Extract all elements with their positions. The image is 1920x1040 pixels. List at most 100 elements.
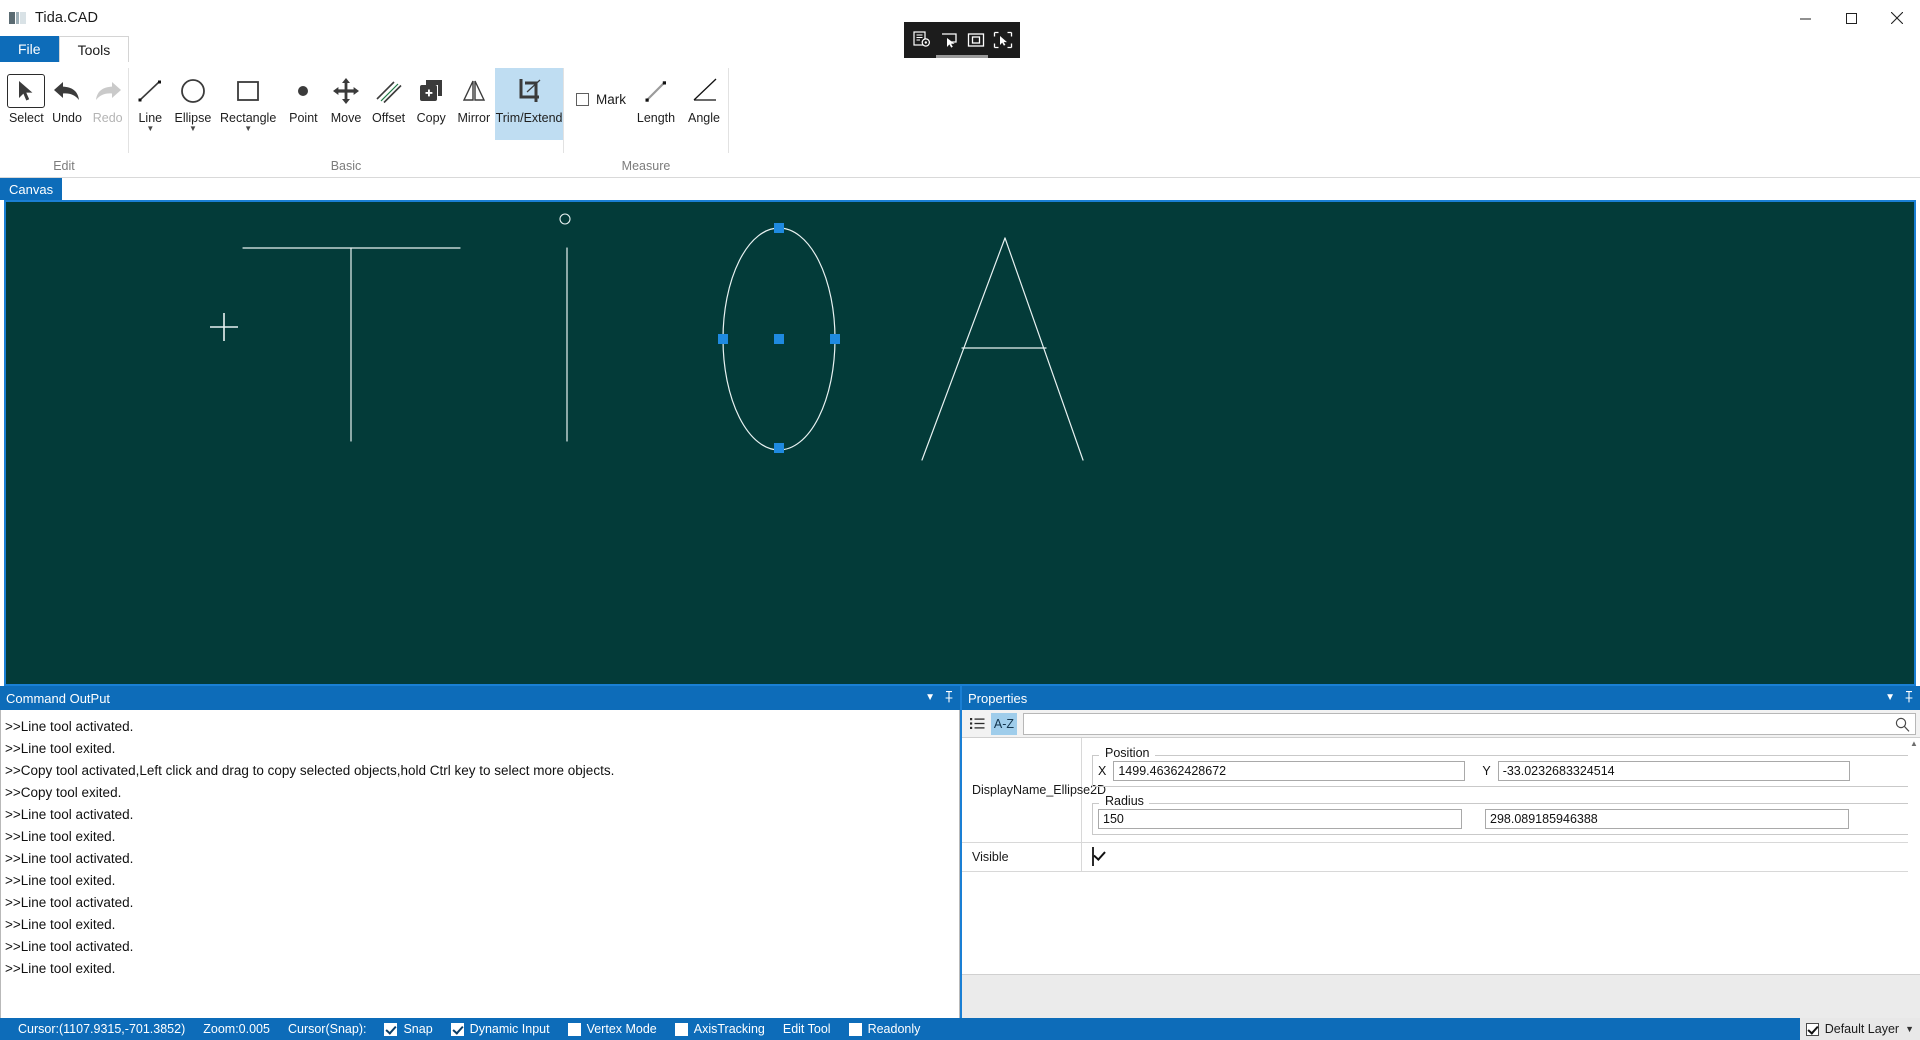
chevron-down-icon[interactable]: ▼ (189, 125, 197, 133)
point-icon (288, 74, 318, 108)
command-output-line: >>Line tool activated. (5, 895, 134, 910)
letter-A-left-stroke[interactable] (921, 237, 1006, 461)
checkbox-icon[interactable] (450, 1022, 464, 1036)
chevron-down-icon[interactable]: ▼ (146, 125, 154, 133)
chevron-down-icon[interactable]: ▼ (244, 125, 252, 133)
chevron-down-icon[interactable]: ▼ (1905, 1024, 1914, 1034)
sort-alphabetical-button[interactable]: A-Z (991, 712, 1017, 735)
radius-x-input[interactable] (1098, 809, 1462, 829)
sort-alphabetical-label: A-Z (993, 716, 1015, 731)
selection-handle[interactable] (718, 334, 728, 344)
minimize-icon[interactable] (1782, 0, 1828, 36)
pin-icon[interactable] (944, 690, 954, 706)
tab-file[interactable]: File (0, 36, 59, 62)
search-input[interactable] (1024, 713, 1915, 734)
rectangle-button[interactable]: Rectangle ▼ (214, 68, 282, 140)
copy-button-label: Copy (416, 111, 446, 125)
copy-button[interactable]: Copy (410, 68, 453, 140)
visible-checkbox[interactable] (1092, 847, 1094, 866)
checkbox-icon[interactable] (576, 93, 589, 106)
mirror-button[interactable]: Mirror (453, 68, 496, 140)
drawing-canvas[interactable] (4, 200, 1916, 686)
properties-toolbar: A-Z (962, 710, 1920, 738)
checkbox-icon[interactable] (674, 1022, 688, 1036)
trim-extend-button[interactable]: Trim/Extend (495, 68, 563, 140)
chevron-up-icon[interactable]: ▲ (1908, 738, 1920, 750)
layer-selector[interactable]: Default Layer ▼ (1799, 1018, 1920, 1040)
command-output-line: >>Line tool exited. (5, 917, 116, 932)
offset-button[interactable]: Offset (367, 68, 410, 140)
selection-handle[interactable] (774, 334, 784, 344)
properties-search-field[interactable] (1023, 712, 1916, 737)
undo-button[interactable]: Undo (47, 68, 88, 140)
capture-fullscreen-icon[interactable] (965, 29, 987, 51)
status-edit-tool[interactable]: Edit Tool (783, 1022, 831, 1036)
position-group: Position X Y (1092, 746, 1912, 787)
mark-checkbox[interactable]: Mark (576, 68, 626, 107)
tab-canvas[interactable]: Canvas (0, 178, 63, 200)
checkbox-icon[interactable] (848, 1022, 862, 1036)
command-output-line: >>Line tool exited. (5, 961, 116, 976)
rectangle-button-label: Rectangle (220, 111, 277, 125)
status-toggle-axis-tracking-label: AxisTracking (693, 1022, 765, 1036)
checkbox-icon[interactable] (384, 1022, 398, 1036)
status-bar: Cursor:(1107.9315,-701.3852) Zoom:0.005 … (0, 1018, 1920, 1040)
capture-window-icon[interactable] (938, 29, 960, 51)
close-icon[interactable] (1874, 0, 1920, 36)
capture-scroll-icon[interactable] (992, 29, 1014, 51)
snap-marker-circle (559, 213, 571, 225)
position-x-input[interactable] (1113, 761, 1466, 781)
properties-panel: Properties ▼ A-Z DisplayName_Ellipse2D P… (962, 686, 1920, 1036)
select-button[interactable]: Select (6, 68, 47, 140)
pin-icon[interactable] (1904, 690, 1914, 706)
command-output-log[interactable]: >>Line tool activated. >>Line tool exited… (0, 710, 960, 1036)
status-zoom: Zoom:0.005 (203, 1022, 270, 1036)
properties-grid: DisplayName_Ellipse2D Position X Y Radiu… (962, 738, 1920, 974)
property-name: DisplayName_Ellipse2D (962, 738, 1106, 842)
maximize-icon[interactable] (1828, 0, 1874, 36)
checkbox-icon[interactable] (567, 1022, 581, 1036)
selection-handle[interactable] (774, 443, 784, 453)
status-toggle-vertex-mode[interactable]: Vertex Mode (567, 1022, 657, 1036)
letter-A-right-stroke[interactable] (1004, 237, 1084, 461)
length-button[interactable]: Length (632, 68, 680, 140)
length-button-label: Length (636, 111, 676, 125)
status-toggle-axis-tracking[interactable]: AxisTracking (674, 1022, 765, 1036)
capture-region-settings-icon[interactable] (911, 29, 933, 51)
selection-handle[interactable] (774, 223, 784, 233)
line-button[interactable]: Line ▼ (129, 68, 172, 140)
selection-handle[interactable] (830, 334, 840, 344)
position-y-input[interactable] (1497, 761, 1850, 781)
command-output-line: >>Line tool activated. (5, 807, 134, 822)
status-toggle-snap-label: Snap (403, 1022, 433, 1036)
redo-button[interactable]: Redo (87, 68, 128, 140)
search-icon[interactable] (1895, 717, 1910, 737)
position-y-label: Y (1482, 764, 1491, 778)
properties-scrollbar[interactable]: ▲ (1908, 738, 1920, 974)
select-button-label: Select (8, 111, 44, 125)
status-toggle-readonly[interactable]: Readonly (848, 1022, 920, 1036)
ellipse-button[interactable]: Ellipse ▼ (172, 68, 215, 140)
toolbar-drag-handle[interactable] (936, 55, 988, 58)
move-button[interactable]: Move (325, 68, 368, 140)
offset-icon (374, 74, 404, 108)
tab-tools[interactable]: Tools (58, 36, 130, 62)
status-toggle-dynamic-input[interactable]: Dynamic Input (450, 1022, 550, 1036)
properties-title: Properties (968, 690, 1028, 706)
rectangle-icon (233, 74, 263, 108)
checkbox-icon[interactable] (1805, 1022, 1819, 1036)
tab-tools-label: Tools (77, 41, 111, 58)
radius-y-input[interactable] (1485, 809, 1849, 829)
angle-button[interactable]: Angle (680, 68, 728, 140)
categorized-list-icon[interactable] (966, 713, 988, 735)
chevron-down-icon[interactable]: ▼ (925, 693, 935, 703)
dock-panel-row: Command OutPut ▼ >>Line tool activated. >… (0, 686, 1920, 1036)
property-name: Visible (962, 843, 1082, 871)
position-group-legend: Position (1101, 746, 1154, 760)
properties-title-bar: Properties ▼ (962, 686, 1920, 710)
chevron-down-icon[interactable]: ▼ (1885, 693, 1895, 703)
point-button[interactable]: Point (282, 68, 325, 140)
command-output-line: >>Line tool activated. (5, 719, 134, 734)
command-output-line: >>Line tool exited. (5, 829, 116, 844)
status-toggle-snap[interactable]: Snap (384, 1022, 433, 1036)
